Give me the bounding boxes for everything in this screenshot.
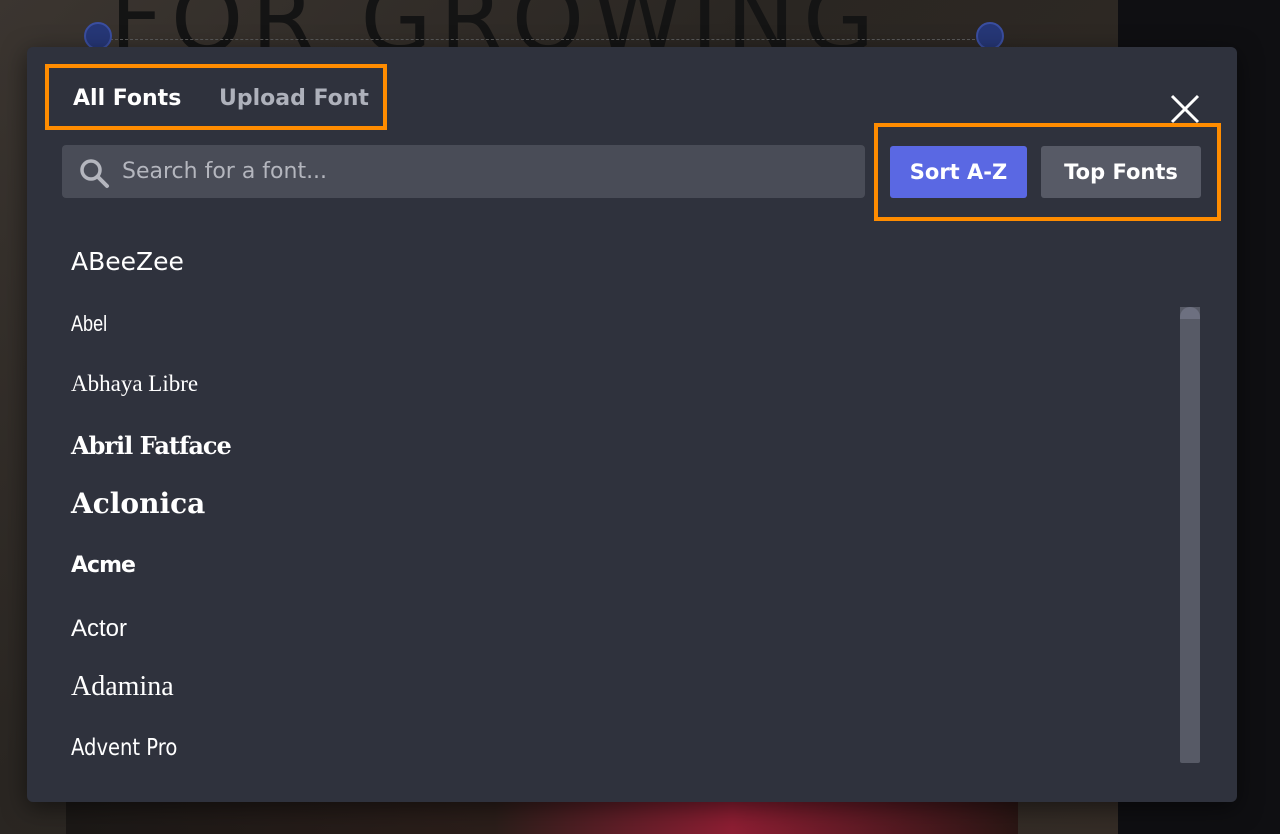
scrollbar-thumb[interactable] xyxy=(1180,307,1200,319)
font-item-advent-pro[interactable]: Advent Pro xyxy=(71,735,177,761)
font-list-scrollbar[interactable] xyxy=(1180,307,1200,763)
font-search-box[interactable] xyxy=(62,145,865,198)
font-list: ABeeZee Abel Abhaya Libre Abril Fatface … xyxy=(71,237,1171,777)
selection-handle-left[interactable] xyxy=(84,22,112,50)
font-item-abeezee[interactable]: ABeeZee xyxy=(71,247,184,276)
canvas-photo xyxy=(66,800,1018,834)
close-icon xyxy=(1170,94,1200,124)
tab-all-fonts[interactable]: All Fonts xyxy=(73,86,181,111)
font-search-input[interactable] xyxy=(122,145,852,198)
font-item-abril-fatface[interactable]: Abril Fatface xyxy=(71,431,232,460)
font-item-abhaya-libre[interactable]: Abhaya Libre xyxy=(71,371,198,397)
selection-handle-right[interactable] xyxy=(976,22,1004,50)
selection-outline xyxy=(110,39,980,40)
tab-upload-font[interactable]: Upload Font xyxy=(219,86,369,111)
font-item-acme[interactable]: Acme xyxy=(71,553,136,578)
sort-az-button[interactable]: Sort A-Z xyxy=(890,146,1027,198)
top-fonts-button[interactable]: Top Fonts xyxy=(1041,146,1201,198)
font-item-abel[interactable]: Abel xyxy=(71,311,107,337)
font-item-adamina[interactable]: Adamina xyxy=(71,671,174,703)
close-button[interactable] xyxy=(1167,91,1203,127)
font-picker-modal: All Fonts Upload Font Sort A-Z Top Fonts… xyxy=(27,47,1237,802)
font-item-actor[interactable]: Actor xyxy=(71,615,127,643)
font-item-aclonica[interactable]: Aclonica xyxy=(71,487,205,520)
search-icon xyxy=(80,159,109,188)
